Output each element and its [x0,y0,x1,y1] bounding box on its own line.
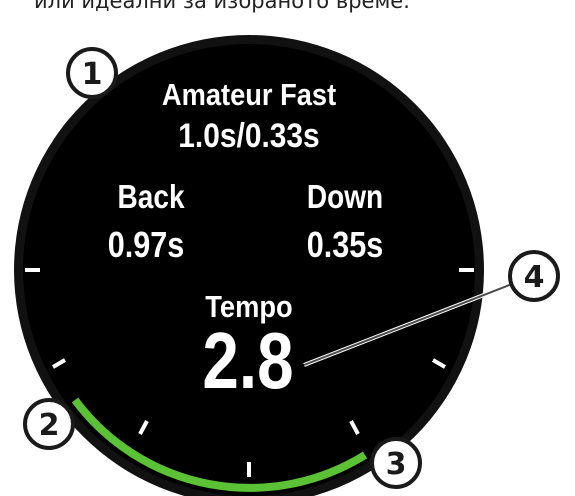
target-ratio: 1.0s/0.33s [178,116,319,154]
back-value: 0.97s [108,226,185,266]
callout-3: 3 [370,437,422,489]
preset-name: Amateur Fast [162,78,337,112]
watch-illustration: Amateur Fast 1.0s/0.33s Back 0.97s Down … [14,35,560,496]
down-value: 0.35s [307,226,384,266]
callout-1-number: 1 [82,57,103,92]
callout-4-number: 4 [524,260,545,295]
callout-2-number: 2 [39,408,60,443]
callout-4: 4 [508,250,560,302]
down-label: Down [307,179,383,216]
callout-1: 1 [66,47,118,99]
callout-3-number: 3 [386,447,407,482]
tempo-value: 2.8 [202,316,293,406]
callout-2: 2 [23,398,75,450]
back-label: Back [118,179,186,216]
